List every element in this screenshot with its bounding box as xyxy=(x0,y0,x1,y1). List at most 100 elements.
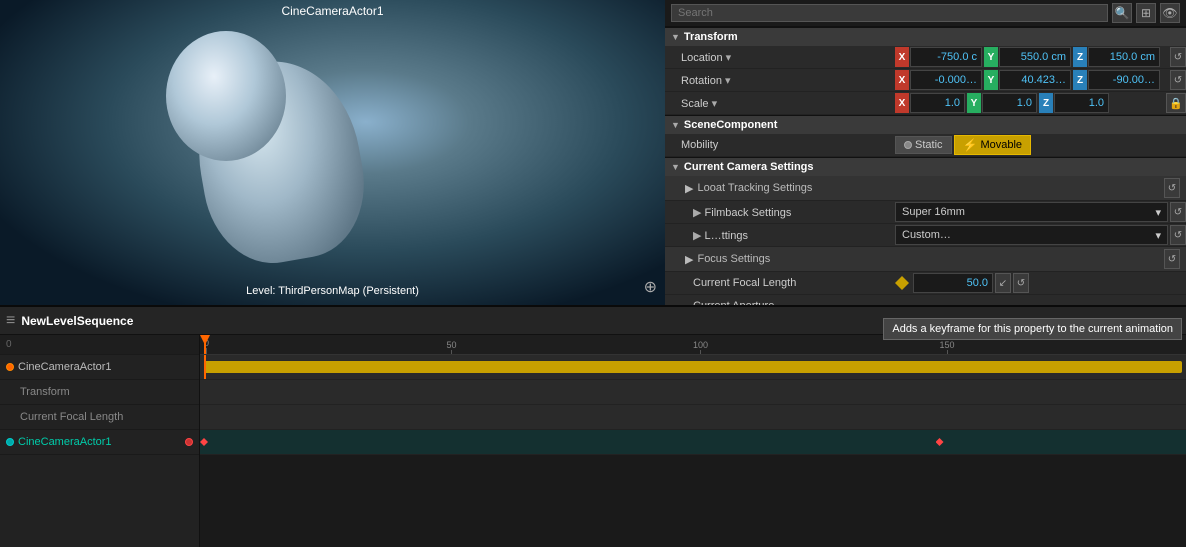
track-label-4[interactable]: CineCameraActor1 xyxy=(0,430,199,455)
static-label: Static xyxy=(915,139,943,151)
track-label-2[interactable]: Transform xyxy=(0,380,199,405)
track-row-1[interactable] xyxy=(200,355,1186,380)
viewport-title: CineCameraActor1 xyxy=(281,4,383,18)
location-z-input[interactable] xyxy=(1088,47,1160,67)
seq-track-header: 0 xyxy=(0,335,199,355)
sequencer-menu-icon[interactable]: ≡ xyxy=(6,312,15,330)
track4-label: CineCameraActor1 xyxy=(18,436,112,448)
keyframe-left xyxy=(200,438,208,446)
ruler-tick-100 xyxy=(700,350,701,354)
rotation-z-input[interactable] xyxy=(1088,70,1160,90)
seq-tracks xyxy=(200,355,1186,547)
location-controls: X Y Z ↺ xyxy=(895,47,1186,67)
track2-label: Transform xyxy=(20,386,70,398)
movable-icon: ⚡ xyxy=(963,138,978,152)
rotation-controls: X Y Z ↺ xyxy=(895,70,1186,90)
viewport-level-text: Level: ThirdPersonMap (Persistent) xyxy=(246,285,419,297)
location-reset-btn[interactable]: ↺ xyxy=(1170,47,1186,67)
lookat-row[interactable]: ▶ Looat Tracking Settings ↺ xyxy=(665,176,1186,201)
scale-lock-btn[interactable]: 🔒 xyxy=(1166,93,1186,113)
lookat-arrow-icon: ▶ xyxy=(685,182,693,195)
camera-settings-section[interactable]: ▼ Current Camera Settings xyxy=(665,157,1186,176)
lens-label: ▶ L…ttings xyxy=(665,229,895,242)
focal-length-keyframe-btn[interactable] xyxy=(895,276,909,290)
ruler-mark-50: 50 xyxy=(447,340,457,354)
lens-reset-btn[interactable]: ↺ xyxy=(1170,225,1186,245)
eye-icon-btn[interactable]: 👁 xyxy=(1160,3,1180,23)
scale-x-input[interactable] xyxy=(910,93,965,113)
movable-option[interactable]: ⚡ Movable xyxy=(954,135,1032,155)
track-row-3[interactable] xyxy=(200,405,1186,430)
location-x-input[interactable] xyxy=(910,47,982,67)
camera-settings-label: Current Camera Settings xyxy=(684,161,814,173)
viewport[interactable]: CineCameraActor1 Level: ThirdPersonMap (… xyxy=(0,0,665,305)
sequencer-area: ≡ NewLevelSequence 0 CineCameraActor1 Tr… xyxy=(0,305,1186,547)
focal-length-row: Current Focal Length ↙ ↺ xyxy=(665,272,1186,295)
scale-y-input[interactable] xyxy=(982,93,1037,113)
mobility-row: Mobility Static ⚡ Movable xyxy=(665,134,1186,157)
ruler-mark-150: 150 xyxy=(940,340,955,354)
track4-kf-dot-left xyxy=(6,438,14,446)
lens-row: ▶ L…ttings Custom…▾ ↺ xyxy=(665,224,1186,247)
focal-length-reset2-btn[interactable]: ↺ xyxy=(1013,273,1029,293)
scene-component-section[interactable]: ▼ SceneComponent xyxy=(665,115,1186,134)
static-option[interactable]: Static xyxy=(895,136,952,154)
rx-axis-label: X xyxy=(895,70,909,90)
track1-label: CineCameraActor1 xyxy=(18,361,112,373)
sx-axis-label: X xyxy=(895,93,909,113)
lens-dropdown[interactable]: Custom…▾ xyxy=(895,225,1168,245)
lookat-label: Looat Tracking Settings xyxy=(697,182,812,194)
sy-axis-label: Y xyxy=(967,93,981,113)
location-row: Location ▾ X Y Z xyxy=(665,46,1186,69)
rotation-row: Rotation ▾ X Y Z xyxy=(665,69,1186,92)
track-bar-1 xyxy=(204,361,1182,373)
filmback-label: ▶ Filmback Settings xyxy=(665,206,895,219)
ruler-tick-50 xyxy=(451,350,452,354)
mobility-label: Mobility xyxy=(665,139,895,151)
grid-icon-btn[interactable]: ⊞ xyxy=(1136,3,1156,23)
rotation-y-input[interactable] xyxy=(999,70,1071,90)
track-row-2[interactable] xyxy=(200,380,1186,405)
focal-length-input[interactable] xyxy=(913,273,993,293)
viewport-icon: ⊕ xyxy=(644,277,657,297)
search-icon-btn[interactable]: 🔍 xyxy=(1112,3,1132,23)
filmback-row: ▶ Filmback Settings Super 16mm▾ ↺ xyxy=(665,201,1186,224)
track-label-1[interactable]: CineCameraActor1 xyxy=(0,355,199,380)
focal-length-controls: ↙ ↺ xyxy=(895,273,1186,293)
transform-arrow-icon: ▼ xyxy=(671,32,680,42)
rotation-x-input[interactable] xyxy=(910,70,982,90)
static-dot-icon xyxy=(904,141,912,149)
playhead[interactable] xyxy=(204,335,206,354)
keyframe-right xyxy=(936,438,944,446)
filmback-reset-btn[interactable]: ↺ xyxy=(1170,202,1186,222)
properties-panel: 🔍 ⊞ 👁 ▼ Transform Location ▾ X xyxy=(665,0,1186,305)
scale-z-input[interactable] xyxy=(1054,93,1109,113)
track-row-4[interactable] xyxy=(200,430,1186,455)
search-bar: 🔍 ⊞ 👁 xyxy=(665,0,1186,27)
location-y-input[interactable] xyxy=(999,47,1071,67)
location-label[interactable]: Location ▾ xyxy=(665,51,895,64)
focus-settings-arrow-icon: ▶ xyxy=(685,253,693,266)
transform-section-header[interactable]: ▼ Transform xyxy=(665,27,1186,46)
filmback-dropdown[interactable]: Super 16mm▾ xyxy=(895,202,1168,222)
focal-length-reset-btn[interactable]: ↙ xyxy=(995,273,1011,293)
scale-row: Scale ▾ X Y Z xyxy=(665,92,1186,115)
rotation-reset-btn[interactable]: ↺ xyxy=(1170,70,1186,90)
aperture-row: Current Aperture xyxy=(665,295,1186,305)
filmback-controls: Super 16mm▾ ↺ xyxy=(895,202,1186,222)
search-input[interactable] xyxy=(671,4,1108,22)
scene-component-arrow-icon: ▼ xyxy=(671,120,680,130)
mobility-controls: Static ⚡ Movable xyxy=(895,135,1186,155)
focus-settings-reset-btn[interactable]: ↺ xyxy=(1164,249,1180,269)
lens-arrow-icon: ▶ xyxy=(693,230,701,242)
ruler-mark-100: 100 xyxy=(693,340,708,354)
x-axis-label: X xyxy=(895,47,909,67)
focus-settings-row[interactable]: ▶ Focus Settings ↺ xyxy=(665,247,1186,272)
rz-axis-label: Z xyxy=(1073,70,1087,90)
rotation-label[interactable]: Rotation ▾ xyxy=(665,74,895,87)
track-label-3[interactable]: Current Focal Length xyxy=(0,405,199,430)
lookat-reset-btn[interactable]: ↺ xyxy=(1164,178,1180,198)
scale-label[interactable]: Scale ▾ xyxy=(665,97,895,110)
seq-left-panel: 0 CineCameraActor1 Transform Current Foc… xyxy=(0,335,200,547)
transform-section-label: Transform xyxy=(684,31,738,43)
